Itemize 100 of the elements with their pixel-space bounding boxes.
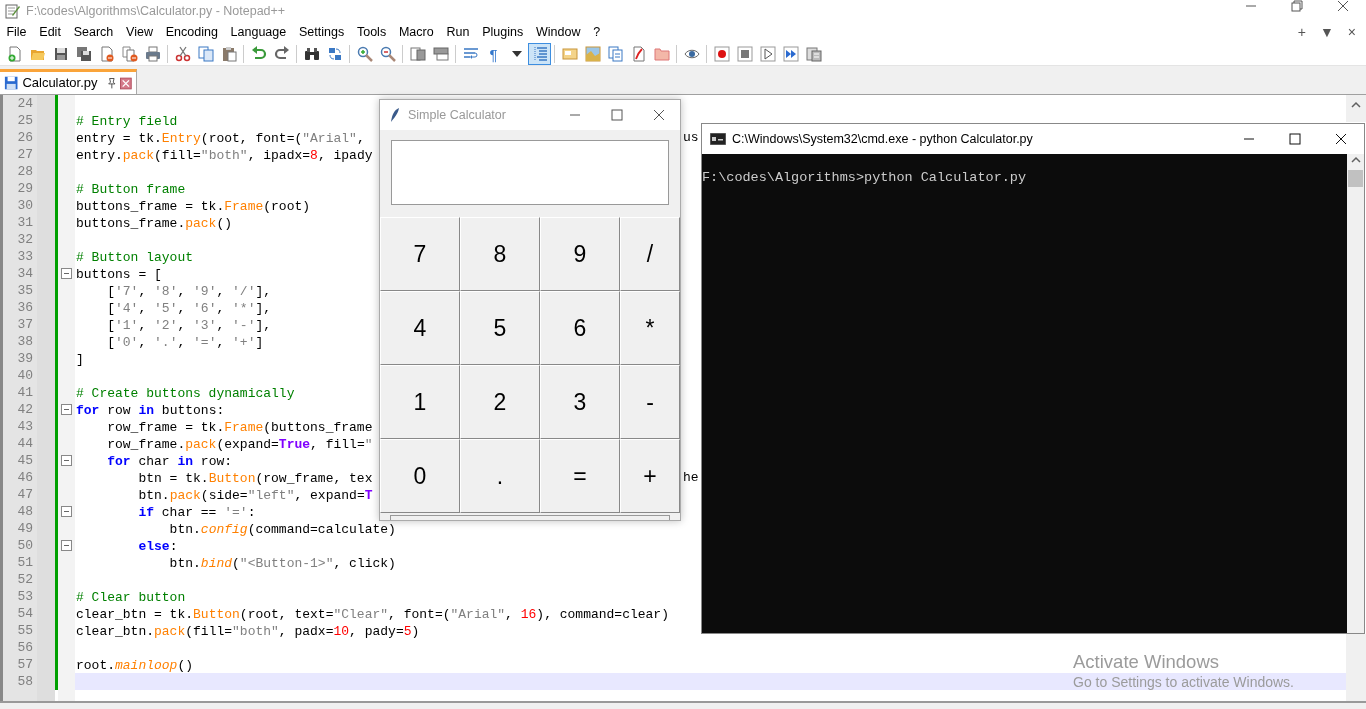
code-line: entry = tk.Entry(root, font=("Arial", [76, 131, 365, 146]
menu-item[interactable]: Tools [350, 23, 393, 42]
code-line: buttons_frame.pack() [76, 216, 233, 231]
binoculars-icon [303, 46, 320, 62]
code-line: root.mainloop() [76, 658, 194, 673]
menu-item[interactable]: Run [440, 23, 476, 42]
line-number: 46 [16, 469, 34, 486]
fold-marker[interactable] [61, 268, 72, 279]
calculator-key[interactable]: 9 [540, 217, 620, 292]
calculator-key[interactable]: 4 [380, 291, 460, 366]
line-number: 28 [16, 163, 34, 180]
fold-marker[interactable] [61, 540, 72, 551]
line-number: 39 [16, 350, 34, 367]
save-icon [52, 46, 69, 62]
code-line: btn.config(command=calculate) [168, 522, 396, 537]
menu-item[interactable]: Settings [292, 23, 351, 42]
calculator-key[interactable]: 3 [540, 365, 620, 440]
display-field[interactable] [391, 140, 669, 206]
line-number: 51 [16, 554, 34, 571]
fold-marker[interactable] [61, 506, 72, 517]
calculator-key[interactable]: 1 [380, 365, 460, 440]
maximize-icon[interactable] [611, 109, 623, 122]
calculator-key[interactable]: 0 [380, 439, 460, 514]
menu-item[interactable]: Edit [32, 23, 68, 42]
activation-text: Go to Settings to activate Windows. [1073, 673, 1294, 691]
code-fragment: he [683, 469, 699, 486]
close-tab-button[interactable]: × [1347, 22, 1356, 43]
calculator-key[interactable]: + [620, 439, 680, 514]
map-icon [584, 46, 601, 62]
maximize-icon[interactable] [1289, 133, 1301, 145]
code-line: row_frame = tk.Frame(buttons_frame [106, 420, 373, 435]
code-line: for row in buttons: [76, 403, 225, 418]
line-number: 36 [16, 299, 34, 316]
code-line: ] [76, 352, 84, 367]
line-number: 38 [16, 333, 34, 350]
menu-item[interactable]: Encoding [159, 23, 225, 42]
calculator-key[interactable]: 8 [460, 217, 540, 292]
line-number: 26 [16, 129, 34, 146]
fold-marker[interactable] [61, 404, 72, 415]
menu-item[interactable]: File [0, 23, 33, 42]
calculator-key[interactable]: * [620, 291, 680, 366]
code-line: ['4', '5', '6', '*'], [106, 301, 272, 316]
code-line: row_frame.pack(expand=True, fill=" [106, 437, 373, 452]
code-line: buttons = [ [76, 267, 162, 282]
menu-item[interactable]: Search [67, 23, 120, 42]
folder-icon [653, 46, 670, 62]
code-line: # Clear button [76, 590, 186, 605]
menu-item[interactable]: Macro [392, 23, 441, 42]
calculator-key[interactable]: 6 [540, 291, 620, 366]
zoom-out-icon [379, 46, 396, 62]
clear-button[interactable] [390, 515, 670, 520]
stop-icon [736, 46, 753, 62]
line-number: 49 [16, 520, 34, 537]
calculator-key[interactable]: = [540, 439, 620, 514]
calculator-key[interactable]: 5 [460, 291, 540, 366]
menu-item[interactable]: ? [586, 23, 607, 42]
save-icon [4, 75, 19, 91]
line-number: 42 [16, 401, 34, 418]
close-icon[interactable] [653, 109, 665, 122]
tab-list-button[interactable]: ▼ [1319, 22, 1334, 43]
code-line: clear_btn.pack(fill="both", padx=10, pady=5) [76, 624, 420, 639]
indent-guide-icon [531, 46, 548, 62]
line-number: 37 [16, 316, 34, 333]
calculator-key[interactable]: - [620, 365, 680, 440]
window-icon [561, 46, 578, 62]
line-number: 50 [16, 537, 34, 554]
pilcrow-button[interactable]: ¶ [482, 43, 505, 65]
close-icon[interactable] [1337, 0, 1349, 12]
line-number: 31 [16, 214, 34, 231]
scroll-thumb[interactable] [1348, 170, 1363, 187]
calculator-key[interactable]: / [620, 217, 680, 292]
menu-item[interactable]: Language [224, 23, 293, 42]
close-icon[interactable] [1335, 133, 1347, 145]
line-number: 53 [16, 588, 34, 605]
fast-forward-icon [782, 46, 799, 62]
line-number: 32 [16, 231, 34, 248]
restore-icon[interactable] [1291, 0, 1303, 12]
line-number: 56 [16, 639, 34, 656]
menu-item[interactable]: View [119, 23, 160, 42]
new-tab-button[interactable]: + [1297, 22, 1306, 43]
calculator-key[interactable]: 7 [380, 217, 460, 292]
calculator-key[interactable]: 2 [460, 365, 540, 440]
fold-marker[interactable] [61, 455, 72, 466]
line-number: 29 [16, 180, 34, 197]
line-number: 24 [16, 95, 34, 112]
new-file-icon [6, 46, 23, 62]
menu-item[interactable]: Plugins [475, 23, 530, 42]
file-tab[interactable]: Calculator.py [0, 69, 137, 94]
feather-icon [390, 107, 400, 124]
undo-icon [250, 46, 267, 62]
cut-icon [174, 46, 191, 62]
play-icon [759, 46, 776, 62]
line-number: 52 [16, 571, 34, 588]
line-number: 47 [16, 486, 34, 503]
calculator-key[interactable]: . [460, 439, 540, 514]
menu-item[interactable]: Window [529, 23, 587, 42]
activation-heading: Activate Windows [1073, 651, 1220, 673]
pin-icon[interactable] [105, 77, 117, 89]
split-window-icon [432, 46, 449, 62]
split-window-icon [409, 46, 426, 62]
